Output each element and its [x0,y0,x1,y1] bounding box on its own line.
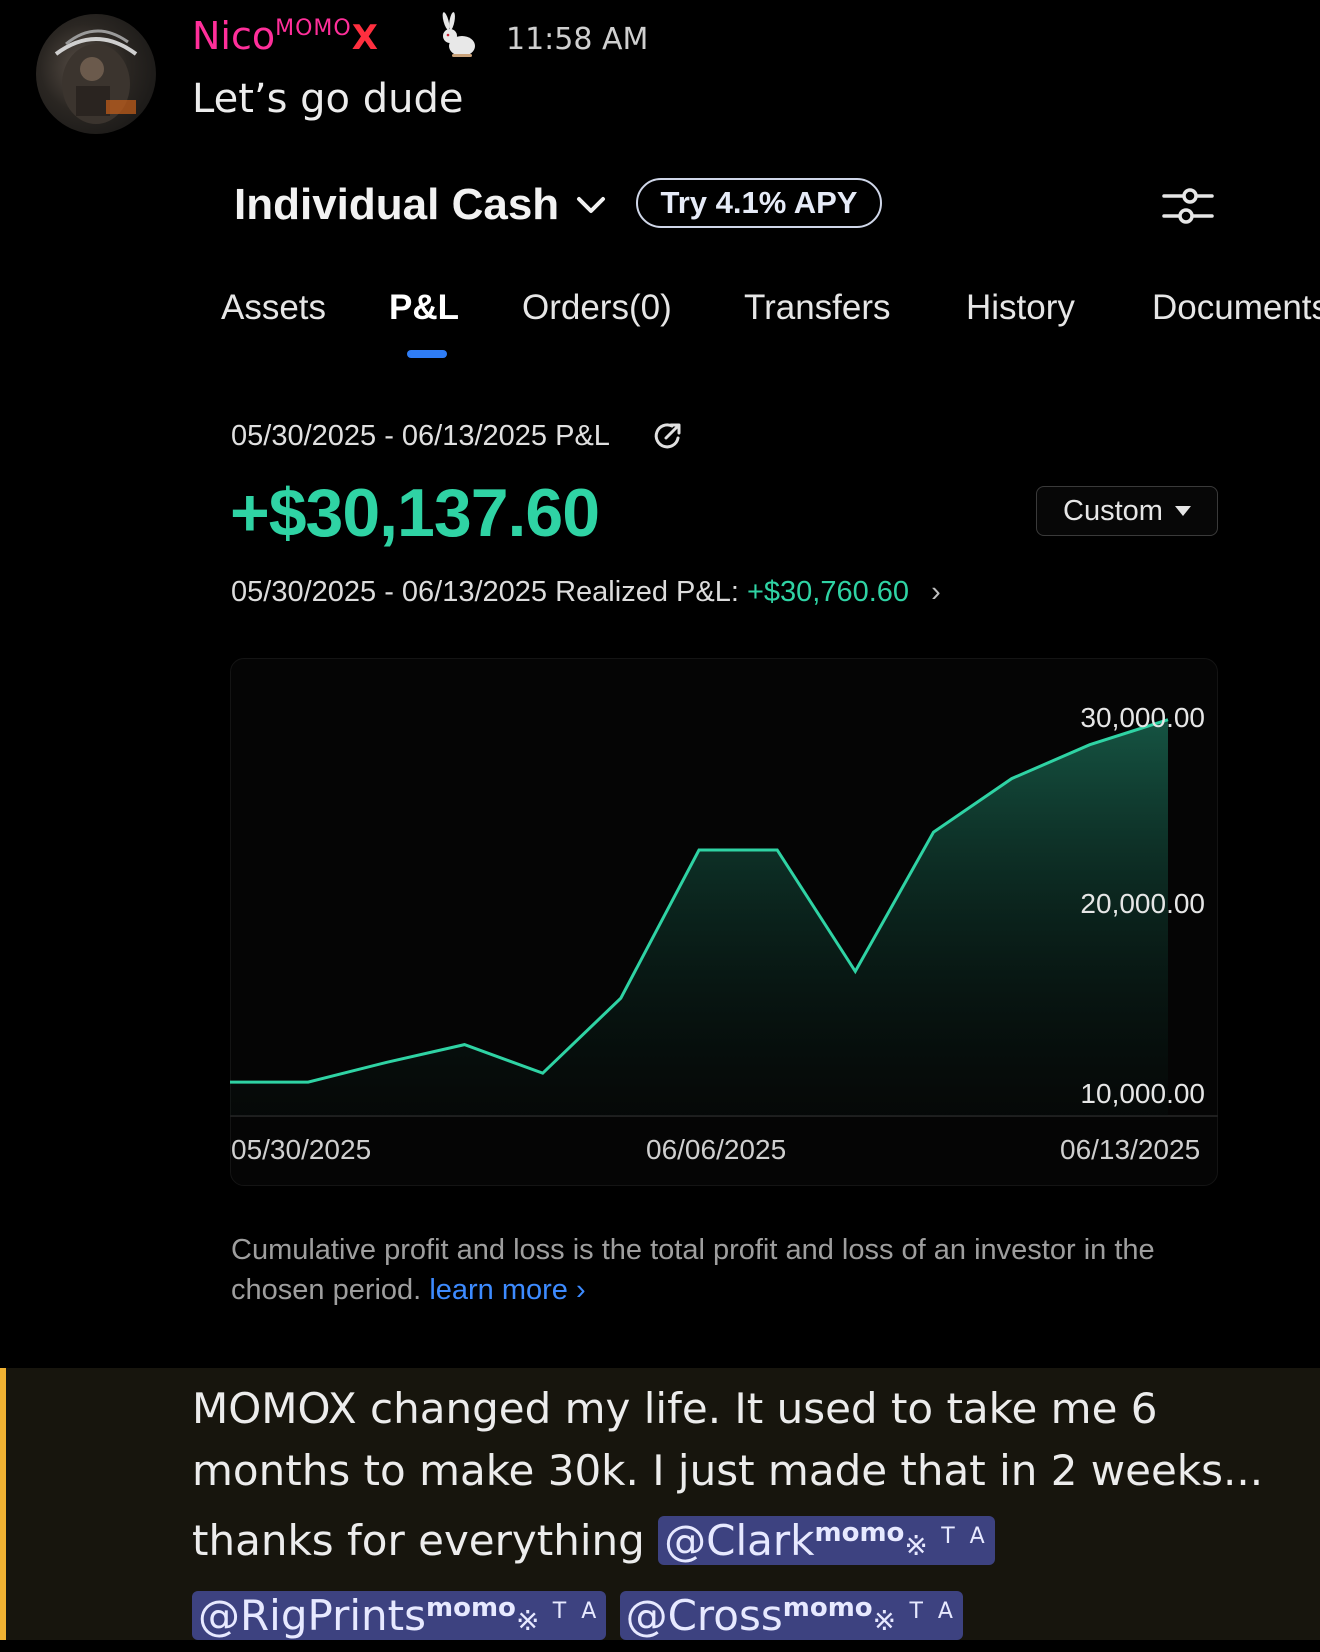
chevron-right-icon: › [931,576,941,608]
message-text: Let’s go dude [192,76,463,122]
role-tag: MOMO [275,16,352,41]
y-tick-label: 30,000.00 [1030,702,1205,734]
account-title[interactable]: Individual Cash [234,180,559,230]
footnote-text: Cumulative profit and loss is the total … [231,1234,1155,1306]
tab-pnl[interactable]: P&L [389,288,459,328]
apy-promo-button[interactable]: Try 4.1% APY [636,178,882,228]
role-mark: X [352,18,378,58]
realized-pnl-row[interactable]: 05/30/2025 - 06/13/2025 Realized P&L: +$… [231,576,941,609]
tab-transfers[interactable]: Transfers [744,288,891,328]
tab-assets[interactable]: Assets [221,288,326,328]
pnl-area [230,720,1168,1116]
user-avatar[interactable] [36,14,156,134]
caret-down-icon [1175,506,1191,516]
highlighted-message: MOMOX changed my life. It used to take m… [192,1378,1302,1652]
y-tick-label: 10,000.00 [1030,1078,1205,1110]
pnl-range-label: 05/30/2025 - 06/13/2025 P&L [231,420,610,453]
period-selector[interactable]: Custom [1036,486,1218,536]
tab-orders[interactable]: Orders(0) [522,288,672,328]
learn-more-link[interactable]: learn more › [429,1274,585,1306]
chevron-down-icon[interactable] [574,190,608,220]
period-selector-label: Custom [1063,495,1163,528]
tab-documents[interactable]: Documents [1152,288,1320,328]
rabbit-icon [432,12,482,62]
pnl-footnote: Cumulative profit and loss is the total … [231,1230,1211,1310]
realized-pnl-label: 05/30/2025 - 06/13/2025 Realized P&L: [231,576,739,608]
mention-clark[interactable]: @Clarkmomo※ T A [658,1516,995,1565]
active-tab-indicator [407,350,447,358]
realized-pnl-value: +$30,760.60 [747,576,909,608]
mention-highlight-bar [0,1368,6,1640]
x-tick-label: 06/13/2025 [1060,1134,1200,1166]
username[interactable]: NicoMOMOX [192,14,378,58]
x-tick-label: 06/06/2025 [646,1134,786,1166]
mention-cross[interactable]: @Crossmomo※ T A [620,1591,963,1640]
y-tick-label: 20,000.00 [1030,888,1205,920]
x-tick-label: 05/30/2025 [231,1134,371,1166]
mention-rigprints[interactable]: @RigPrintsmomo※ T A [192,1591,606,1640]
tab-history[interactable]: History [966,288,1075,328]
message-timestamp: 11:58 AM [506,22,648,57]
pnl-total-value: +$30,137.60 [230,474,599,552]
share-icon[interactable] [652,420,684,452]
tab-documents-clip: Documents [1150,280,1320,340]
sliders-icon[interactable] [1160,184,1216,228]
